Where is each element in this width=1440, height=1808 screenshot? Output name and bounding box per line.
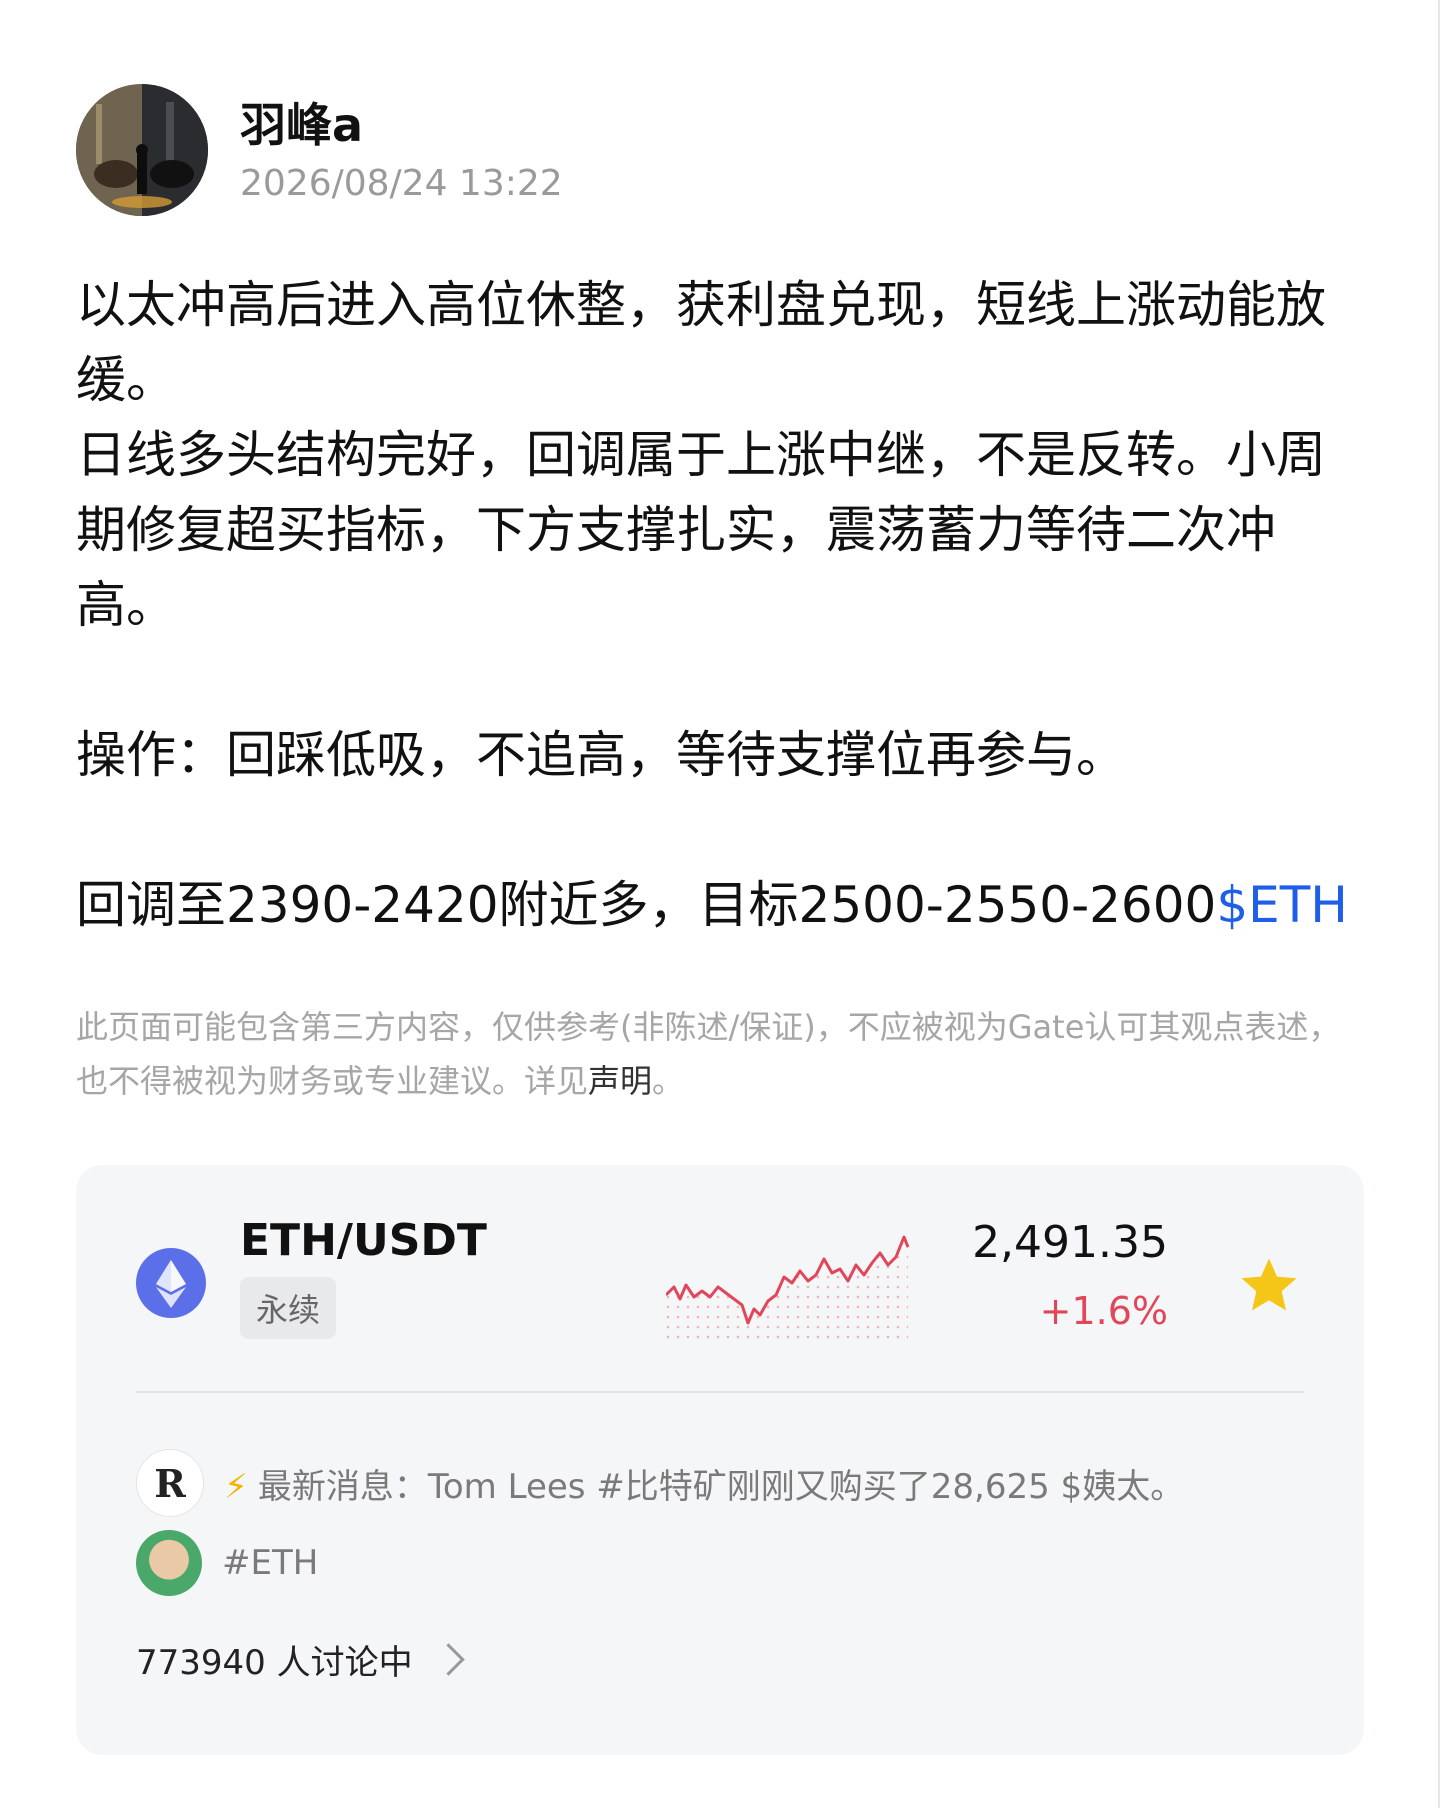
news-headline: Tom Lees #比特矿刚刚又购买了28,625 $姨太。 xyxy=(427,1466,1185,1507)
star-icon[interactable] xyxy=(1236,1253,1302,1319)
post-line: 缓。 xyxy=(76,351,176,409)
news-prefix: 最新消息： xyxy=(257,1466,428,1507)
discussion-link[interactable]: 773940 人讨论中 xyxy=(136,1635,465,1684)
ethereum-icon xyxy=(136,1248,206,1318)
price-change: +1.6% xyxy=(1039,1289,1168,1333)
chevron-right-icon xyxy=(431,1643,465,1676)
author-avatar[interactable] xyxy=(76,84,208,216)
post-line: 以太冲高后进入高位休整，获利盘兑现，短线上涨动能放 xyxy=(76,276,1326,334)
cashtag-link[interactable]: $ETH xyxy=(1216,876,1348,934)
disclaimer-link[interactable]: 声明 xyxy=(588,1062,652,1100)
post-operation: 操作：回踩低吸，不追高，等待支撑位再参与。 xyxy=(76,726,1126,784)
hashtag-label: #ETH xyxy=(222,1543,319,1583)
hashtag-avatar xyxy=(136,1530,202,1596)
post-header: 羽峰a 2026/08/24 13:22 xyxy=(76,84,563,216)
lightning-icon: ⚡ xyxy=(224,1466,248,1507)
trading-pair[interactable]: ETH/USDT xyxy=(240,1215,487,1266)
news-text-container: ⚡ 最新消息：Tom Lees #比特矿刚刚又购买了28,625 $姨太。 xyxy=(224,1459,1184,1508)
discussion-count: 773940 人讨论中 xyxy=(136,1643,413,1683)
market-card: ETH/USDT 永续 2,491.35 +1.6% R ⚡ 最新消息：Tom L… xyxy=(76,1165,1364,1755)
post-line: 期修复超买指标，下方支撑扎实，震荡蓄力等待二次冲 xyxy=(76,501,1276,559)
card-divider xyxy=(136,1391,1304,1393)
price-sparkline xyxy=(666,1235,910,1345)
post-timestamp: 2026/08/24 13:22 xyxy=(240,162,563,204)
news-source-avatar: R xyxy=(136,1449,204,1517)
post-content: 以太冲高后进入高位休整，获利盘兑现，短线上涨动能放 缓。 日线多头结构完好，回调… xyxy=(76,268,1356,943)
hashtag-item[interactable]: #ETH xyxy=(136,1530,318,1596)
contract-type-badge: 永续 xyxy=(240,1277,337,1339)
post-line: 日线多头结构完好，回调属于上涨中继，不是反转。小周 xyxy=(76,426,1326,484)
post-line: 高。 xyxy=(76,576,176,634)
author-name[interactable]: 羽峰a xyxy=(240,97,563,153)
disclaimer-text: 此页面可能包含第三方内容，仅供参考(非陈述/保证)，不应被视为Gate认可其观点… xyxy=(76,1008,1341,1100)
last-price: 2,491.35 xyxy=(972,1217,1168,1268)
post-plan: 回调至2390-2420附近多，目标2500-2550-2600$ETH xyxy=(76,868,1356,943)
news-item[interactable]: R ⚡ 最新消息：Tom Lees #比特矿刚刚又购买了28,625 $姨太。 xyxy=(136,1449,1184,1517)
post-plan-text: 回调至2390-2420附近多，目标2500-2550-2600 xyxy=(76,876,1217,934)
disclaimer: 此页面可能包含第三方内容，仅供参考(非陈述/保证)，不应被视为Gate认可其观点… xyxy=(76,1000,1356,1108)
disclaimer-tail: 。 xyxy=(652,1062,685,1100)
